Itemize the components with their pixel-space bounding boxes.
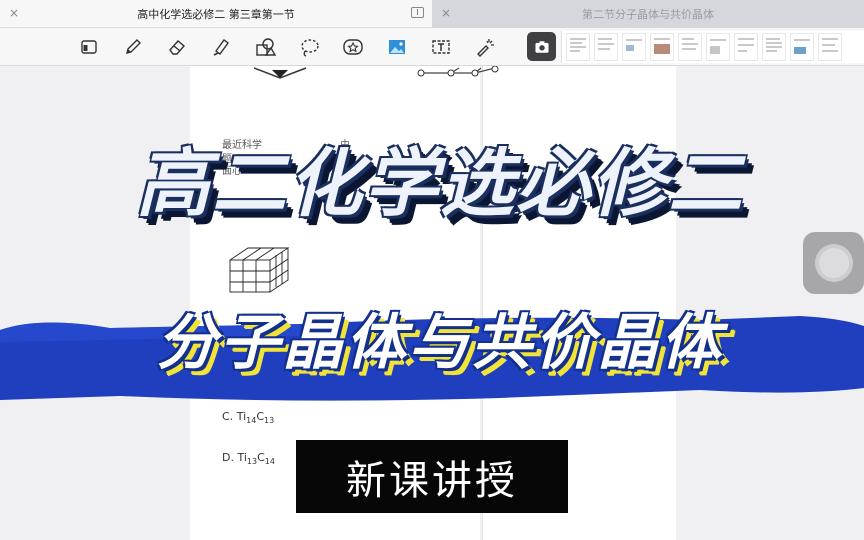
tab-other-document[interactable]: × 第二节分子晶体与共价晶体 xyxy=(432,0,864,28)
page-thumbnail[interactable] xyxy=(622,33,646,61)
formula-subscript: 13 xyxy=(246,457,258,467)
sticker-icon[interactable] xyxy=(340,34,366,60)
answer-option-c[interactable]: C. Ti14C13 xyxy=(222,410,274,425)
option-letter: C. xyxy=(222,410,234,423)
camera-capture-button[interactable] xyxy=(527,32,556,61)
tab-title: 高中化学选必修二 第三章第一节 xyxy=(137,7,295,21)
split-view-icon[interactable] xyxy=(411,7,424,18)
formula-subscript: 14 xyxy=(264,457,275,467)
page-thumbnail-strip[interactable] xyxy=(561,31,864,63)
laser-pointer-icon[interactable] xyxy=(472,34,498,60)
formula-subscript: 13 xyxy=(264,416,275,426)
formula-subscript: 14 xyxy=(246,416,257,426)
crystal-structure-figure xyxy=(253,67,307,79)
page-thumbnail[interactable] xyxy=(678,33,702,61)
tab-bar: × 高中化学选必修二 第三章第一节 × 第二节分子晶体与共价晶体 xyxy=(0,0,864,28)
formula-element: C xyxy=(256,410,264,423)
lasso-icon[interactable] xyxy=(296,34,322,60)
page-thumbnail[interactable] xyxy=(566,33,590,61)
close-tab-icon[interactable]: × xyxy=(440,7,452,19)
tab-current-document[interactable]: × 高中化学选必修二 第三章第一节 xyxy=(0,0,432,28)
banner-title: 高二化学选必修二 xyxy=(136,141,744,227)
page-thumbnail[interactable] xyxy=(650,33,674,61)
shapes-icon[interactable] xyxy=(252,34,278,60)
formula-element: Ti xyxy=(236,410,247,423)
formula-element: C xyxy=(257,451,265,464)
option-letter: D. xyxy=(222,451,234,464)
lattice-cube-figure xyxy=(229,247,290,293)
image-icon[interactable] xyxy=(384,34,410,60)
close-tab-icon[interactable]: × xyxy=(8,7,20,19)
assistive-touch-icon xyxy=(818,248,849,278)
page-thumbnail[interactable] xyxy=(790,33,814,61)
annotation-toolbar xyxy=(0,28,864,66)
answer-option-d[interactable]: D. Ti13C14 xyxy=(222,451,275,466)
lesson-label: 新课讲授 xyxy=(296,440,568,513)
banner-subtitle: 分子晶体与共价晶体 xyxy=(156,308,724,378)
formula-element: Ti xyxy=(237,451,247,464)
eraser-icon[interactable] xyxy=(164,34,190,60)
pen-icon[interactable] xyxy=(120,34,146,60)
page-thumbnail[interactable] xyxy=(818,33,842,61)
page-view-icon[interactable] xyxy=(76,34,102,60)
text-box-icon[interactable] xyxy=(428,34,454,60)
highlighter-icon[interactable] xyxy=(208,34,234,60)
page-thumbnail[interactable] xyxy=(762,33,786,61)
page-thumbnail[interactable] xyxy=(734,33,758,61)
assistive-touch-button[interactable] xyxy=(803,232,864,294)
camera-icon xyxy=(534,40,549,53)
crystal-structure-figure xyxy=(417,66,499,77)
tab-title: 第二节分子晶体与共价晶体 xyxy=(582,8,714,21)
page-thumbnail[interactable] xyxy=(706,33,730,61)
page-thumbnail[interactable] xyxy=(594,33,618,61)
